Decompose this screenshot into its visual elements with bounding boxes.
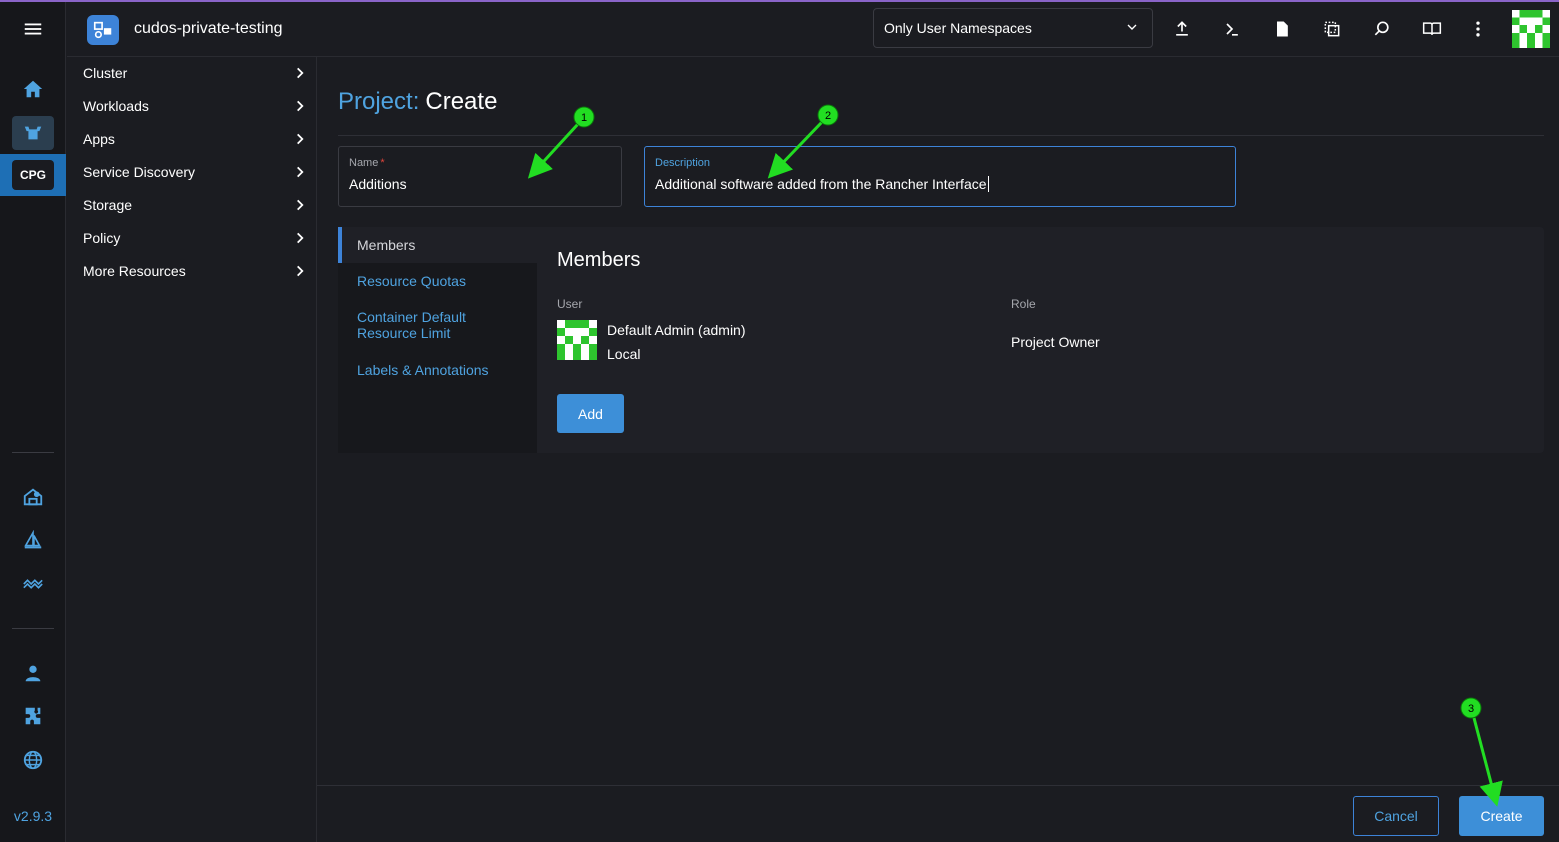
nav-service-discovery[interactable]: Service Discovery — [83, 160, 307, 184]
chevron-right-icon — [297, 133, 304, 145]
cluster-logo-icon — [87, 15, 119, 45]
nav-item-label: Apps — [83, 131, 115, 147]
nav-apps[interactable]: Apps — [83, 127, 307, 151]
cancel-button[interactable]: Cancel — [1353, 796, 1439, 836]
tab-members[interactable]: Members — [357, 237, 415, 253]
avatar — [557, 320, 597, 360]
docs-book-icon[interactable] — [1419, 16, 1445, 42]
kubectl-shell-icon[interactable] — [1219, 16, 1245, 42]
cluster-name: cudos-private-testing — [134, 20, 283, 37]
nav-item-label: Policy — [83, 230, 121, 246]
page-title: Project: Create — [338, 88, 497, 116]
menu-icon[interactable] — [12, 12, 54, 46]
chevron-right-icon — [297, 100, 304, 112]
nav-storage[interactable]: Storage — [83, 193, 307, 217]
nav-cluster[interactable]: Cluster — [83, 61, 307, 85]
namespace-filter-select[interactable]: Only User Namespaces — [873, 8, 1153, 48]
title-divider — [338, 135, 1544, 136]
member-user-name: Default Admin (admin) — [607, 322, 746, 338]
nav-workloads[interactable]: Workloads — [83, 94, 307, 118]
current-cluster-tab[interactable]: CPG — [0, 154, 66, 196]
search-icon[interactable] — [1369, 16, 1395, 42]
nav-item-label: More Resources — [83, 263, 186, 279]
nav-item-label: Cluster — [83, 65, 128, 81]
member-user-provider: Local — [607, 346, 641, 362]
name-field-value: Additions — [349, 176, 407, 192]
page-title-action: Create — [425, 88, 498, 115]
description-field[interactable]: Description Additional software added fr… — [644, 146, 1236, 207]
annotation-label-1: 1 — [581, 112, 587, 124]
column-header-user: User — [557, 297, 583, 311]
member-role: Project Owner — [1011, 334, 1100, 350]
create-button[interactable]: Create — [1459, 796, 1544, 836]
page-title-resource[interactable]: Project: — [338, 88, 419, 115]
required-marker: * — [380, 157, 385, 169]
cluster-badge: CPG — [12, 160, 54, 190]
tab-resource-quotas[interactable]: Resource Quotas — [357, 273, 466, 289]
column-header-role: Role — [1011, 297, 1036, 311]
import-yaml-icon[interactable] — [1169, 16, 1195, 42]
nav-item-label: Workloads — [83, 98, 149, 114]
top-header: cudos-private-testing Only User Namespac… — [67, 2, 1559, 57]
tab-container-default-resource-limit[interactable]: Container Default Resource Limit — [357, 309, 507, 341]
form-footer: Cancel Create — [317, 785, 1559, 842]
rail-divider — [12, 452, 54, 453]
users-icon[interactable] — [12, 656, 54, 690]
global-rail: CPG v2.9.3 — [0, 2, 66, 842]
chevron-right-icon — [297, 67, 304, 79]
name-field[interactable]: Name * Additions — [338, 146, 622, 207]
chevron-right-icon — [297, 166, 304, 178]
description-field-value: Additional software added from the Ranch… — [655, 176, 989, 192]
chevron-down-icon — [1124, 19, 1140, 38]
copy-kubeconfig-icon[interactable] — [1319, 16, 1345, 42]
tab-list: Members Resource Quotas Container Defaul… — [338, 227, 537, 453]
annotation-label-3: 3 — [1468, 703, 1474, 715]
nav-item-label: Storage — [83, 197, 133, 213]
name-field-label: Name * — [349, 157, 385, 169]
tab-labels-annotations[interactable]: Labels & Annotations — [357, 362, 489, 378]
more-actions-icon[interactable] — [1465, 16, 1491, 42]
add-member-button[interactable]: Add — [557, 394, 624, 433]
chevron-right-icon — [297, 265, 304, 277]
home-icon[interactable] — [12, 72, 54, 106]
text-caret — [987, 176, 989, 192]
version-label[interactable]: v2.9.3 — [0, 808, 66, 824]
fleet-icon[interactable] — [12, 480, 54, 514]
globe-icon[interactable] — [12, 743, 54, 777]
nav-item-label: Service Discovery — [83, 164, 196, 180]
user-avatar-menu[interactable] — [1512, 10, 1550, 48]
project-tabs-panel: Members Resource Quotas Container Defaul… — [338, 227, 1544, 453]
description-field-label: Description — [655, 157, 711, 169]
local-cluster-icon[interactable] — [12, 116, 54, 150]
chevron-right-icon — [297, 232, 304, 244]
members-heading: Members — [557, 249, 641, 271]
annotation-arrow-3: 3 — [1460, 697, 1503, 807]
download-kubeconfig-icon[interactable] — [1269, 16, 1295, 42]
sailboat-icon[interactable] — [12, 524, 54, 558]
harvester-icon[interactable] — [12, 567, 54, 601]
namespace-filter-value: Only User Namespaces — [884, 20, 1032, 36]
nav-policy[interactable]: Policy — [83, 226, 307, 250]
cluster-side-nav: Cluster Workloads Apps Service Discovery… — [67, 57, 317, 842]
annotation-label-2: 2 — [825, 110, 831, 122]
extensions-icon[interactable] — [12, 699, 54, 733]
rail-divider — [12, 628, 54, 629]
nav-more-resources[interactable]: More Resources — [83, 259, 307, 283]
chevron-right-icon — [297, 199, 304, 211]
